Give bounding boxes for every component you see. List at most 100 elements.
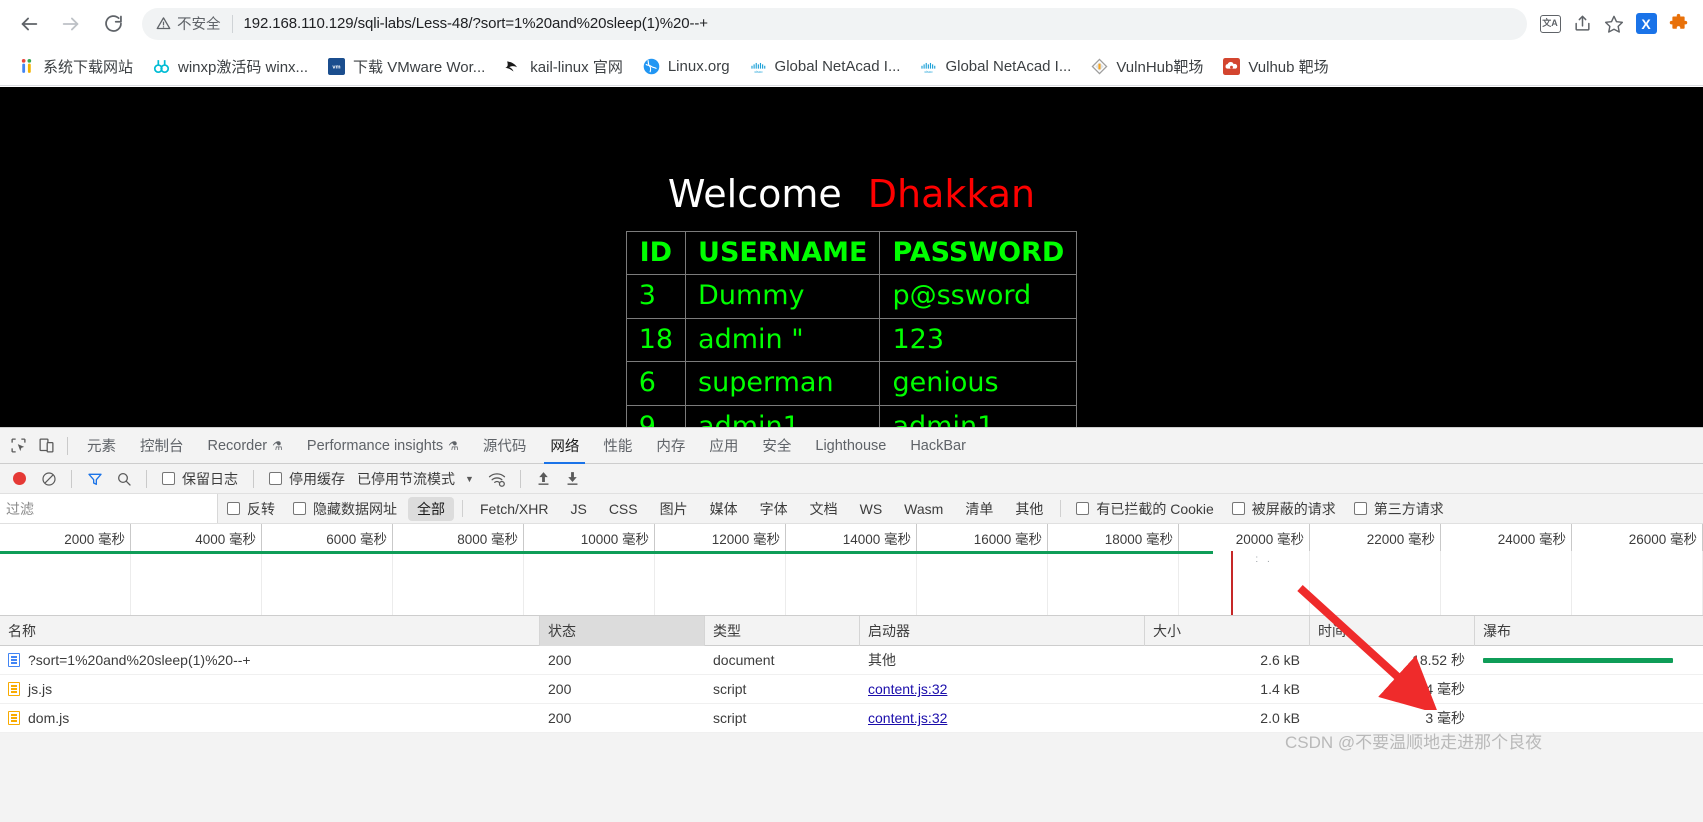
hide-data-urls-label: 隐藏数据网址: [313, 500, 397, 517]
invert-checkbox[interactable]: 反转: [218, 499, 284, 519]
col-header-size[interactable]: 大小: [1145, 615, 1310, 646]
request-time: 18.52 秒: [1412, 652, 1465, 668]
device-toolbar-button[interactable]: [32, 432, 60, 460]
tab-recorder[interactable]: Recorder ⚗: [196, 428, 295, 464]
forward-button[interactable]: [52, 5, 90, 43]
type-filter-doc[interactable]: 文档: [801, 497, 847, 521]
third-party-checkbox[interactable]: 第三方请求: [1345, 499, 1453, 519]
script-file-icon: [8, 711, 20, 725]
request-name: ?sort=1%20and%20sleep(1)%20--+: [28, 652, 251, 668]
type-filter-js[interactable]: JS: [561, 499, 595, 519]
bookmark-item-6[interactable]: cisco Global NetAcad I...: [910, 54, 1081, 79]
blocked-cookies-checkbox[interactable]: 有已拦截的 Cookie: [1067, 499, 1222, 519]
tab-application[interactable]: 应用: [697, 428, 750, 464]
type-filter-all[interactable]: 全部: [408, 496, 454, 521]
bookmark-item-5[interactable]: cisco Global NetAcad I...: [740, 54, 911, 79]
tab-performance[interactable]: 性能: [591, 428, 644, 464]
type-filter-img[interactable]: 图片: [651, 497, 697, 521]
export-har-button[interactable]: [559, 466, 586, 492]
bookmark-item-3[interactable]: kail-linux 官网: [495, 52, 633, 81]
tab-label: Recorder: [207, 437, 268, 454]
type-filter-font[interactable]: 字体: [751, 497, 797, 521]
request-initiator-link[interactable]: content.js:32: [868, 710, 947, 726]
timeline-tick-row: 2000 毫秒 4000 毫秒 6000 毫秒 8000 毫秒 10000 毫秒 1200…: [0, 524, 1703, 551]
browser-action-icons: 文A X: [1535, 9, 1693, 39]
col-header-time[interactable]: 时间: [1310, 615, 1475, 646]
table-row[interactable]: js.js 200 script content.js:32 1.4 kB 4 …: [0, 675, 1703, 704]
timeline-gridline: [131, 551, 262, 615]
type-filter-media[interactable]: 媒体: [701, 497, 747, 521]
tab-label: 内存: [656, 439, 686, 455]
bookmark-item-8[interactable]: Vulhub 靶场: [1213, 52, 1338, 81]
preserve-log-checkbox[interactable]: 保留日志: [156, 469, 244, 489]
bookmark-item-4[interactable]: Linux.org: [633, 54, 740, 79]
page-title: Welcome Dhakkan: [0, 87, 1703, 213]
timeline-gridline: [262, 551, 393, 615]
search-button[interactable]: [110, 466, 137, 492]
col-header-waterfall[interactable]: 瀑布: [1475, 616, 1703, 646]
col-header-initiator[interactable]: 启动器: [860, 615, 1145, 646]
bookmark-button[interactable]: [1599, 9, 1629, 39]
request-initiator-link[interactable]: content.js:32: [868, 681, 947, 697]
timeline-load-bar: [0, 551, 1214, 554]
security-indicator[interactable]: 不安全: [156, 13, 221, 34]
bookmark-label: 系统下载网站: [43, 58, 134, 76]
filter-input[interactable]: 过滤: [0, 494, 218, 523]
bookmark-item-7[interactable]: VulnHub靶场: [1081, 52, 1213, 81]
col-header-status[interactable]: 状态: [540, 615, 705, 646]
filter-button[interactable]: [81, 466, 108, 492]
translate-button[interactable]: 文A: [1535, 9, 1565, 39]
svg-text:vm: vm: [332, 64, 340, 70]
watermark-text: CSDN @不要温顺地走进那个良夜: [1285, 733, 1543, 752]
favicon-kali-icon: [505, 58, 522, 75]
timeline-tick: 14000 毫秒: [786, 524, 917, 551]
tab-elements[interactable]: 元素: [75, 428, 128, 464]
throttling-select[interactable]: 已停用节流模式: [353, 469, 455, 489]
extension-blue-button[interactable]: X: [1631, 9, 1661, 39]
request-waterfall: [1475, 646, 1703, 675]
tab-network[interactable]: 网络: [538, 428, 591, 464]
reload-icon: [104, 15, 122, 32]
inspect-element-button[interactable]: [4, 432, 32, 460]
tab-hackbar[interactable]: HackBar: [898, 428, 978, 464]
import-har-button[interactable]: [530, 466, 557, 492]
bookmark-item-1[interactable]: winxp激活码 winx...: [143, 52, 318, 81]
back-button[interactable]: [10, 5, 48, 43]
type-filter-css[interactable]: CSS: [600, 499, 647, 519]
record-button[interactable]: [6, 466, 33, 492]
security-label: 不安全: [177, 17, 221, 33]
type-filter-ws[interactable]: WS: [851, 499, 892, 519]
svg-text:cisco: cisco: [925, 69, 933, 73]
tab-console[interactable]: 控制台: [128, 428, 196, 464]
network-conditions-button[interactable]: [484, 466, 511, 492]
chevron-down-icon[interactable]: ▼: [457, 474, 482, 484]
hide-data-urls-checkbox[interactable]: 隐藏数据网址: [284, 499, 406, 519]
tab-memory[interactable]: 内存: [644, 428, 697, 464]
url-text: 192.168.110.129/sqli-labs/Less-48/?sort=…: [243, 15, 708, 32]
type-filter-other[interactable]: 其他: [1006, 497, 1052, 521]
network-overview-timeline[interactable]: 2000 毫秒 4000 毫秒 6000 毫秒 8000 毫秒 10000 毫秒 1200…: [0, 524, 1703, 616]
tab-performance-insights[interactable]: Performance insights ⚗: [295, 428, 471, 464]
extensions-button[interactable]: [1663, 9, 1693, 39]
address-bar[interactable]: 不安全 192.168.110.129/sqli-labs/Less-48/?s…: [142, 7, 1527, 40]
tab-sources[interactable]: 源代码: [471, 428, 539, 464]
table-row[interactable]: ?sort=1%20and%20sleep(1)%20--+ 200 docum…: [0, 646, 1703, 675]
disable-cache-checkbox[interactable]: 停用缓存: [263, 469, 351, 489]
type-filter-wasm[interactable]: Wasm: [895, 499, 952, 519]
tab-label: Performance insights: [306, 437, 444, 454]
col-header-name[interactable]: 名称: [0, 615, 540, 646]
tab-lighthouse[interactable]: Lighthouse: [803, 428, 898, 464]
bookmark-item-0[interactable]: 系统下载网站: [8, 52, 143, 81]
blocked-requests-checkbox[interactable]: 被屏蔽的请求: [1223, 499, 1345, 519]
clear-button[interactable]: [35, 466, 62, 492]
col-header-id: ID: [625, 230, 687, 276]
type-filter-fetch-xhr[interactable]: Fetch/XHR: [471, 499, 557, 519]
share-button[interactable]: [1567, 9, 1597, 39]
bookmark-item-2[interactable]: vm 下载 VMware Wor...: [318, 52, 495, 81]
tab-security[interactable]: 安全: [750, 428, 803, 464]
checkbox-box: [227, 502, 240, 515]
reload-button[interactable]: [94, 5, 132, 43]
type-filter-manifest[interactable]: 清单: [956, 497, 1002, 521]
table-header-row: ID USERNAME PASSWORD: [625, 230, 1078, 276]
col-header-type[interactable]: 类型: [705, 615, 860, 646]
